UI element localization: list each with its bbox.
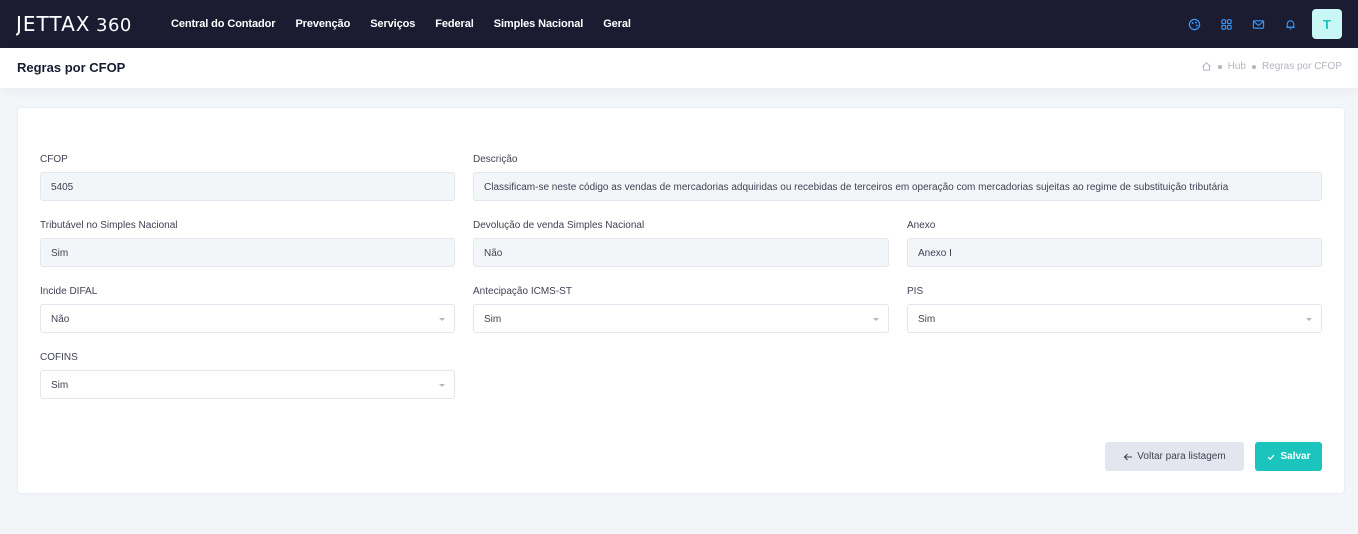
apps-grid-icon[interactable] bbox=[1210, 8, 1242, 40]
bell-icon[interactable] bbox=[1274, 8, 1306, 40]
devolucao-field: Devolução de venda Simples Nacional Não bbox=[473, 219, 889, 269]
difal-label: Incide DIFAL bbox=[40, 286, 98, 297]
jettax-logo[interactable]: JETTAX 360 bbox=[14, 10, 132, 38]
svg-text:360: 360 bbox=[96, 15, 132, 36]
top-navbar: JETTAX 360 Central do Contador Prevenção… bbox=[0, 0, 1358, 48]
antecipacao-select[interactable]: Sim bbox=[473, 304, 889, 333]
back-to-list-button[interactable]: Voltar para listagem bbox=[1105, 442, 1244, 471]
cfop-label: CFOP bbox=[40, 154, 68, 165]
tributavel-field: Tributável no Simples Nacional Sim bbox=[40, 219, 455, 269]
home-icon[interactable] bbox=[1201, 61, 1212, 72]
pis-label: PIS bbox=[907, 286, 924, 297]
cofins-select[interactable]: Sim bbox=[40, 370, 455, 399]
devolucao-label: Devolução de venda Simples Nacional bbox=[473, 220, 645, 231]
subheader: Regras por CFOP Hub Regras por CFOP bbox=[0, 48, 1358, 88]
nav-geral[interactable]: Geral bbox=[603, 18, 631, 30]
breadcrumb-regras-por-cfop[interactable]: Regras por CFOP bbox=[1262, 61, 1342, 72]
nav-prevencao[interactable]: Prevenção bbox=[295, 18, 350, 30]
descricao-label: Descrição bbox=[473, 154, 518, 165]
cofins-field: COFINS Sim bbox=[40, 351, 455, 401]
anexo-field: Anexo Anexo I bbox=[907, 219, 1322, 269]
breadcrumb-separator bbox=[1217, 64, 1222, 69]
nav-central-do-contador[interactable]: Central do Contador bbox=[171, 18, 276, 30]
palette-icon[interactable] bbox=[1178, 8, 1210, 40]
user-avatar[interactable]: T bbox=[1312, 9, 1342, 39]
cfop-field: CFOP 5405 bbox=[40, 153, 455, 203]
difal-field: Incide DIFAL Não bbox=[40, 285, 455, 335]
cofins-label: COFINS bbox=[40, 352, 78, 363]
back-button-label: Voltar para listagem bbox=[1137, 451, 1226, 462]
cofins-value: Sim bbox=[51, 380, 69, 391]
descricao-input[interactable]: Classificam-se neste código as vendas de… bbox=[473, 172, 1322, 201]
arrow-left-icon bbox=[1124, 453, 1133, 460]
pis-select[interactable]: Sim bbox=[907, 304, 1322, 333]
pis-field: PIS Sim bbox=[907, 285, 1322, 335]
breadcrumb-hub[interactable]: Hub bbox=[1228, 61, 1246, 72]
chevron-down-icon bbox=[439, 318, 445, 321]
page-title: Regras por CFOP bbox=[17, 60, 126, 75]
chevron-down-icon bbox=[1306, 318, 1312, 321]
chevron-down-icon bbox=[873, 318, 879, 321]
chevron-down-icon bbox=[439, 384, 445, 387]
difal-select[interactable]: Não bbox=[40, 304, 455, 333]
save-button-label: Salvar bbox=[1280, 451, 1311, 462]
nav-servicos[interactable]: Serviços bbox=[370, 18, 415, 30]
save-button[interactable]: Salvar bbox=[1255, 442, 1322, 471]
tributavel-label: Tributável no Simples Nacional bbox=[40, 220, 178, 231]
difal-value: Não bbox=[51, 314, 70, 325]
anexo-label: Anexo bbox=[907, 220, 936, 231]
pis-value: Sim bbox=[918, 314, 936, 325]
logo-wordmark: JETTAX 360 bbox=[14, 12, 132, 36]
anexo-input[interactable]: Anexo I bbox=[907, 238, 1322, 267]
nav-federal[interactable]: Federal bbox=[435, 18, 474, 30]
svg-text:JETTAX: JETTAX bbox=[16, 12, 90, 36]
main-nav: Central do Contador Prevenção Serviços F… bbox=[171, 0, 651, 48]
nav-simples-nacional[interactable]: Simples Nacional bbox=[494, 18, 584, 30]
tributavel-input[interactable]: Sim bbox=[40, 238, 455, 267]
antecipacao-value: Sim bbox=[484, 314, 502, 325]
devolucao-input[interactable]: Não bbox=[473, 238, 889, 267]
breadcrumb: Hub Regras por CFOP bbox=[1201, 61, 1342, 72]
mail-icon[interactable] bbox=[1242, 8, 1274, 40]
cfop-input[interactable]: 5405 bbox=[40, 172, 455, 201]
check-icon bbox=[1268, 454, 1275, 460]
antecipacao-field: Antecipação ICMS-ST Sim bbox=[473, 285, 889, 335]
breadcrumb-separator bbox=[1251, 64, 1256, 69]
antecipacao-label: Antecipação ICMS-ST bbox=[473, 286, 572, 297]
top-icons: T bbox=[1178, 8, 1342, 40]
descricao-field: Descrição Classificam-se neste código as… bbox=[473, 153, 1322, 203]
